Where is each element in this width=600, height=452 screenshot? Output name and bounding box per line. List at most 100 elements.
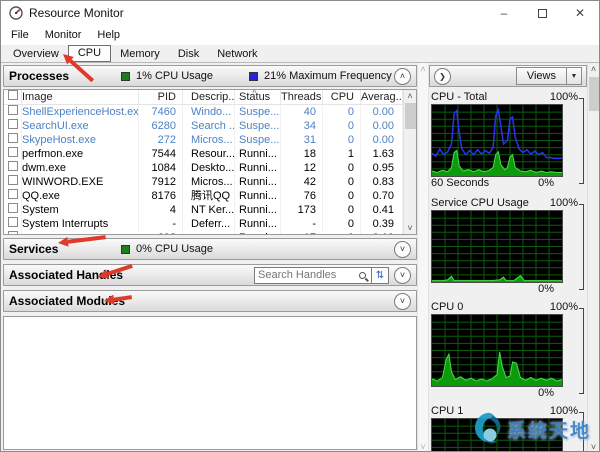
row-checkbox[interactable]	[4, 147, 22, 161]
modules-expand-button[interactable]: ˅	[394, 292, 411, 310]
table-row[interactable]: SkypeHost.exe 272 Micros... Suspe... 31 …	[4, 133, 403, 147]
row-checkbox[interactable]	[4, 189, 22, 203]
processes-section-header[interactable]: Processes 1% CPU Usage 21% Maximum Frequ…	[3, 65, 417, 87]
column-header-cpu[interactable]: CPU	[323, 90, 361, 105]
row-checkbox[interactable]	[4, 175, 22, 189]
handles-expand-button[interactable]: ˅	[394, 266, 411, 284]
column-header-avg[interactable]: Averag...	[361, 90, 403, 105]
right-scroll-down-icon[interactable]: ˅	[591, 441, 596, 451]
modules-section-header[interactable]: Associated Modules ˅	[3, 290, 417, 312]
column-header-img[interactable]: Image	[22, 90, 139, 105]
table-scroll-up-icon[interactable]: ˄	[407, 90, 412, 102]
cell-threads: 12	[281, 161, 323, 175]
graph-max-label: 100%	[549, 91, 578, 103]
cell-average-cpu: 0.10	[361, 231, 403, 234]
cell-status: Suspe...	[235, 119, 281, 133]
row-checkbox[interactable]	[4, 133, 22, 147]
maximize-icon	[537, 8, 547, 18]
right-scroll-up-icon[interactable]: ˄	[591, 63, 596, 75]
graph-title: Service CPU Usage	[431, 197, 529, 209]
cell-image: ShellExperienceHost.exe	[22, 105, 139, 119]
middle-scrollbar[interactable]: ˄ ˅	[417, 63, 429, 451]
right-panel: ❯ Views ▼ CPU - Total 100% 60 Seconds 0% Ser…	[429, 63, 587, 451]
column-header-pid[interactable]: PID	[139, 90, 183, 105]
table-scroll-thumb[interactable]	[404, 103, 416, 129]
row-checkbox[interactable]	[4, 161, 22, 175]
mid-scroll-down-icon[interactable]: ˅	[420, 441, 425, 451]
graph-max-label: 100%	[549, 197, 578, 209]
cell-status: Suspe...	[235, 133, 281, 147]
row-checkbox[interactable]	[4, 105, 22, 119]
table-row[interactable]: WINWORD.EXE 7912 Micros... Runni... 42 0…	[4, 175, 403, 189]
table-row[interactable]: SearchUI.exe 6280 Search ... Suspe... 34…	[4, 119, 403, 133]
table-row[interactable]: perfmon.exe 7544 Resour... Runni... 18 1…	[4, 147, 403, 161]
max-frequency-label: 21% Maximum Frequency	[264, 70, 392, 82]
graph-footer: 0%	[431, 283, 563, 295]
column-header-threads[interactable]: Threads	[281, 90, 323, 105]
table-row[interactable]: QQ.exe 8176 腾讯QQ Runni... 76 0 0.70	[4, 189, 403, 203]
cell-pid: -	[139, 217, 183, 231]
table-row[interactable]: System Interrupts - Deferr... Runni... -…	[4, 217, 403, 231]
processes-title: Processes	[9, 69, 70, 83]
cell-average-cpu: 0.95	[361, 161, 403, 175]
right-scroll-thumb[interactable]	[589, 77, 599, 111]
services-expand-button[interactable]: ˅	[394, 240, 411, 258]
maximize-button[interactable]	[523, 1, 561, 25]
cell-cpu: 0	[323, 161, 361, 175]
right-scrollbar[interactable]: ˄ ˅	[587, 63, 599, 451]
table-row[interactable]: System 4 NT Ker... Runni... 173 0 0.41	[4, 203, 403, 217]
max-frequency-swatch	[249, 71, 258, 81]
search-icon[interactable]	[359, 271, 366, 279]
table-row[interactable]: ShellExperienceHost.exe 7460 Windo... Su…	[4, 105, 403, 119]
minimize-button[interactable]: –	[485, 1, 523, 25]
row-checkbox[interactable]	[4, 119, 22, 133]
handles-section-header[interactable]: Associated Handles ⇅ ˅	[3, 264, 417, 286]
cell-cpu: 0	[323, 231, 361, 234]
mid-scroll-up-icon[interactable]: ˄	[420, 63, 425, 75]
close-button[interactable]: ✕	[561, 1, 599, 25]
watermark-logo-icon	[475, 412, 501, 444]
cell-cpu: 0	[323, 203, 361, 217]
graph-block-service-cpu-usage: Service CPU Usage 100% 0%	[429, 197, 587, 295]
cell-description: Micros...	[183, 133, 235, 147]
column-header-status[interactable]: Status	[235, 90, 281, 105]
menu-item-file[interactable]: File	[3, 27, 37, 43]
cell-image: WINWORD.EXE	[22, 175, 139, 189]
tab-memory[interactable]: Memory	[111, 47, 169, 62]
graph-min-label: 0%	[538, 177, 554, 189]
cell-description	[183, 231, 235, 234]
search-handles-input[interactable]	[258, 269, 359, 281]
empty-panel-area	[3, 316, 417, 450]
tab-disk[interactable]: Disk	[169, 47, 208, 62]
tab-cpu[interactable]: CPU	[67, 45, 112, 62]
menu-item-monitor[interactable]: Monitor	[37, 27, 90, 43]
views-button-label[interactable]: Views	[517, 68, 566, 84]
processes-collapse-button[interactable]: ˄	[394, 67, 411, 85]
tab-overview[interactable]: Overview	[4, 47, 68, 62]
graph-scale-bracket	[579, 308, 584, 394]
menu-item-help[interactable]: Help	[89, 27, 128, 43]
cell-pid: 7912	[139, 175, 183, 189]
graph-scale-bracket	[579, 204, 584, 290]
graph-block-cpu-total: CPU - Total 100% 60 Seconds 0%	[429, 91, 587, 189]
cell-status: Runni...	[235, 217, 281, 231]
services-section-header[interactable]: Services 0% CPU Usage ˅	[3, 238, 417, 260]
table-scroll-down-icon[interactable]: ˅	[407, 222, 412, 234]
modules-title: Associated Modules	[9, 294, 126, 308]
row-checkbox[interactable]	[4, 203, 22, 217]
column-header-desc[interactable]: Descrip...	[183, 90, 235, 105]
views-dropdown-icon[interactable]: ▼	[566, 68, 581, 84]
table-row[interactable]: csrss.exe 692 Runni... 17 0 0.10	[4, 231, 403, 234]
content-area: Processes 1% CPU Usage 21% Maximum Frequ…	[1, 63, 599, 451]
row-checkbox[interactable]	[4, 231, 22, 234]
views-button[interactable]: Views ▼	[515, 67, 582, 85]
tab-network[interactable]: Network	[208, 47, 266, 62]
cell-pid: 6280	[139, 119, 183, 133]
cell-image: QQ.exe	[22, 189, 139, 203]
select-all-checkbox[interactable]	[4, 90, 22, 105]
collapse-panel-button[interactable]: ❯	[434, 67, 451, 85]
row-checkbox[interactable]	[4, 217, 22, 231]
refresh-search-icon[interactable]: ⇅	[372, 266, 389, 284]
table-scrollbar[interactable]: ˄ ˅	[403, 90, 416, 234]
table-row[interactable]: dwm.exe 1084 Deskto... Runni... 12 0 0.9…	[4, 161, 403, 175]
